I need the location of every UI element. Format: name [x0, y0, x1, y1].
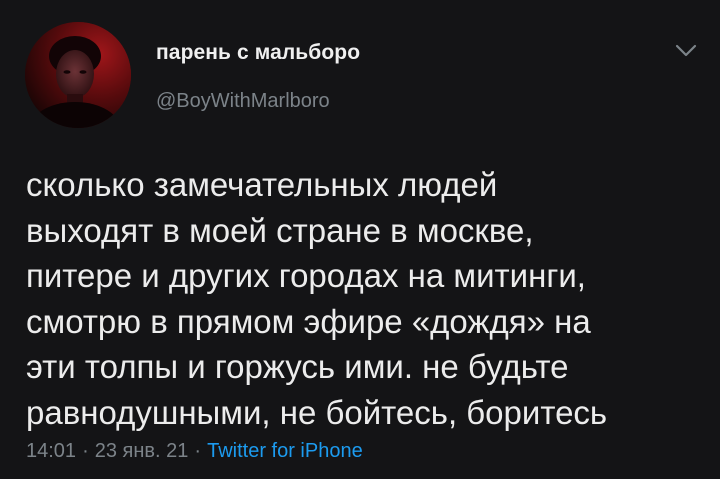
avatar-photo: [25, 22, 131, 128]
meta-separator: ·: [82, 440, 89, 462]
tweet-time[interactable]: 14:01: [26, 440, 76, 462]
tweet: парень с мальборо @BoyWithMarlboro сколь…: [0, 0, 720, 479]
tweet-text: сколько замечательных людей выходят в мо…: [26, 166, 608, 431]
chevron-down-icon[interactable]: [674, 42, 698, 60]
tweet-meta: 14:01 · 23 янв. 21 · Twitter for iPhone: [26, 440, 363, 463]
avatar[interactable]: [25, 22, 131, 128]
tweet-source-link[interactable]: Twitter for iPhone: [207, 440, 363, 462]
author-display-name[interactable]: парень с мальборо: [156, 41, 360, 65]
author-handle[interactable]: @BoyWithMarlboro: [156, 90, 330, 113]
meta-separator: ·: [194, 440, 202, 462]
tweet-date[interactable]: 23 янв. 21: [95, 440, 189, 462]
